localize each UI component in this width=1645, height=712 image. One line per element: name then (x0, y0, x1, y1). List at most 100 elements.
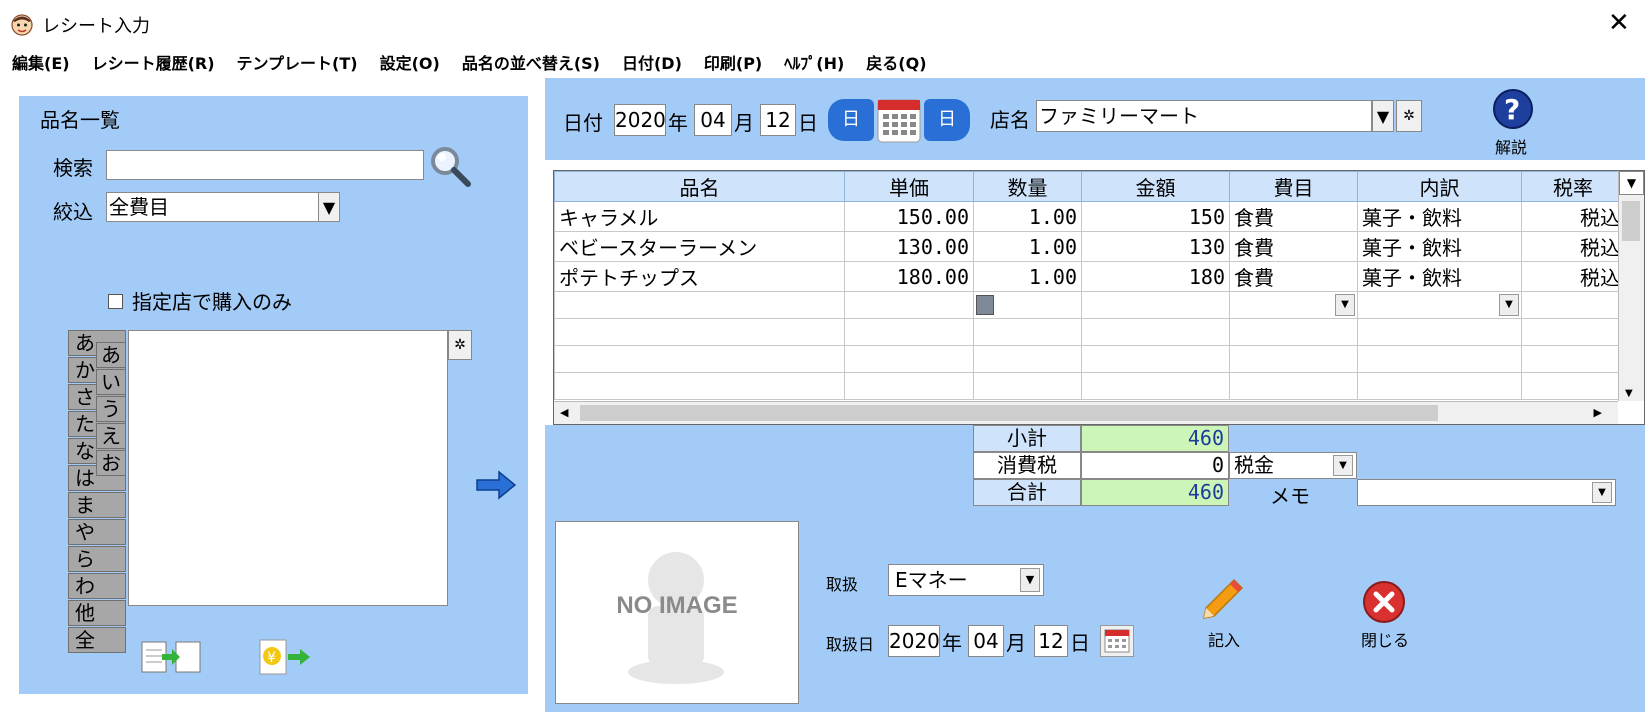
cell-unit-price[interactable]: 130.00 (844, 231, 974, 262)
cell-amount[interactable]: 130 (1081, 231, 1230, 262)
cell-unit-price[interactable]: 150.00 (844, 201, 974, 232)
day-input[interactable]: 12 (760, 104, 796, 136)
table-row[interactable]: キャラメル 150.00 1.00 150 食費 菓子・飲料 税込 (554, 201, 1625, 232)
menu-edit[interactable]: 編集(E) (12, 50, 70, 74)
handling-day-input[interactable]: 12 (1034, 625, 1068, 657)
items-grid[interactable]: 品名 単価 数量 金額 費目 内訳 税率 キャラメル 150.00 1.00 1… (553, 170, 1645, 425)
table-row-empty[interactable] (554, 372, 1625, 400)
menu-sort-items[interactable]: 品名の並べ替え(S) (462, 50, 600, 74)
handling-dropdown-arrow[interactable]: ▼ (1020, 568, 1040, 592)
column-header-item[interactable]: 品名 (554, 171, 845, 202)
cell-item[interactable]: ポテトチップス (554, 261, 845, 292)
search-input[interactable] (106, 150, 424, 180)
kana-sub-tab[interactable]: あ (96, 342, 126, 368)
table-row[interactable]: ポテトチップス 180.00 1.00 180 食費 菓子・飲料 税込 (554, 261, 1625, 292)
filter-select[interactable]: 全費目 (106, 192, 320, 222)
cell-breakdown[interactable]: 菓子・飲料 (1357, 201, 1522, 232)
table-row-empty[interactable] (554, 318, 1625, 346)
column-header-category[interactable]: 費目 (1229, 171, 1358, 202)
kana-tab[interactable]: 他 (68, 600, 126, 626)
store-settings-gear-icon[interactable]: ✲ (1396, 100, 1422, 132)
cell-quantity[interactable]: 1.00 (973, 201, 1082, 232)
cell-breakdown[interactable]: 菓子・飲料 (1357, 261, 1522, 292)
grid-vertical-scrollbar[interactable]: ▼ ▼ (1618, 171, 1644, 401)
cell-tax-rate[interactable]: 税込 (1521, 201, 1625, 232)
kana-tab[interactable]: や (68, 519, 126, 545)
next-day-button[interactable]: 日 (924, 99, 970, 141)
cell-tax-rate[interactable]: 税込 (1521, 261, 1625, 292)
table-row-new[interactable]: ▼ ▼ (554, 291, 1625, 319)
kana-sub-tab[interactable]: う (96, 396, 126, 422)
cell-amount[interactable]: 150 (1081, 201, 1230, 232)
search-icon[interactable] (428, 144, 472, 188)
hscroll-thumb[interactable] (580, 405, 1438, 421)
kana-tab[interactable]: ら (68, 546, 126, 572)
menu-template[interactable]: テンプレート(T) (237, 50, 358, 74)
close-window-button[interactable]: ✕ (1608, 8, 1630, 38)
kana-tab[interactable]: ま (68, 492, 126, 518)
table-row-empty[interactable] (554, 345, 1625, 373)
year-input[interactable]: 2020 (614, 104, 666, 136)
yen-transfer-icon[interactable]: ¥ (258, 638, 316, 678)
menu-date[interactable]: 日付(D) (622, 50, 682, 74)
cell-quantity[interactable]: 1.00 (973, 261, 1082, 292)
cell-quantity[interactable]: 1.00 (973, 231, 1082, 262)
cell-category[interactable]: 食費 (1229, 201, 1358, 232)
menu-help[interactable]: ﾍﾙﾌﾟ(H) (784, 50, 844, 74)
column-menu-arrow[interactable]: ▼ (1619, 171, 1644, 195)
grid-horizontal-scrollbar[interactable]: ◀ ▶ (554, 401, 1618, 424)
menu-settings[interactable]: 設定(O) (380, 50, 440, 74)
store-select[interactable]: ファミリーマート (1036, 100, 1372, 132)
cell-tax-rate[interactable]: 税込 (1521, 231, 1625, 262)
handling-month-input[interactable]: 04 (968, 625, 1004, 657)
receipt-image-box[interactable]: NO IMAGE (555, 521, 799, 704)
column-header-tax-rate[interactable]: 税率 (1521, 171, 1625, 202)
handling-calendar-icon[interactable] (1100, 625, 1134, 657)
memo-select[interactable] (1357, 479, 1616, 506)
column-header-breakdown[interactable]: 内訳 (1357, 171, 1522, 202)
only-store-checkbox[interactable] (108, 294, 123, 309)
kana-sub-tab[interactable]: お (96, 450, 126, 476)
breakdown-dropdown-arrow[interactable]: ▼ (1499, 294, 1519, 316)
table-row[interactable]: ベビースターラーメン 130.00 1.00 130 食費 菓子・飲料 税込 (554, 231, 1625, 262)
menu-back[interactable]: 戻る(Q) (866, 50, 926, 74)
calendar-button-icon[interactable] (877, 99, 921, 143)
kana-tab[interactable]: 全 (68, 627, 126, 653)
tax-value[interactable]: 0 (1081, 452, 1229, 479)
calculator-icon[interactable] (976, 295, 994, 315)
tax-type-dropdown-arrow[interactable]: ▼ (1333, 455, 1353, 476)
cell-breakdown[interactable]: 菓子・飲料 (1357, 231, 1522, 262)
close-button[interactable] (1362, 580, 1406, 624)
scroll-left-arrow[interactable]: ◀ (560, 406, 568, 419)
item-list-box[interactable] (128, 330, 448, 606)
vscroll-thumb[interactable] (1622, 201, 1640, 241)
kana-sub-tab[interactable]: え (96, 423, 126, 449)
cell-item[interactable]: ベビースターラーメン (554, 231, 845, 262)
memo-dropdown-arrow[interactable]: ▼ (1592, 482, 1612, 503)
cell-category[interactable]: 食費 (1229, 261, 1358, 292)
handling-year-input[interactable]: 2020 (888, 625, 940, 657)
record-button[interactable] (1196, 578, 1252, 626)
column-header-quantity[interactable]: 数量 (973, 171, 1082, 202)
store-dropdown-arrow[interactable]: ▼ (1372, 100, 1394, 132)
cell-unit-price[interactable]: 180.00 (844, 261, 974, 292)
category-dropdown-arrow[interactable]: ▼ (1335, 294, 1355, 316)
prev-day-button[interactable]: 日 (828, 99, 874, 141)
cell-category[interactable]: 食費 (1229, 231, 1358, 262)
column-header-unit-price[interactable]: 単価 (844, 171, 974, 202)
filter-dropdown-arrow[interactable]: ▼ (318, 192, 340, 222)
scroll-right-arrow[interactable]: ▶ (1594, 406, 1602, 419)
add-item-arrow-icon[interactable] (475, 470, 517, 500)
menu-print[interactable]: 印刷(P) (704, 50, 762, 74)
month-input[interactable]: 04 (694, 104, 732, 136)
list-settings-gear-icon[interactable]: ✲ (448, 330, 472, 360)
scroll-down-arrow[interactable]: ▼ (1625, 388, 1633, 399)
cell-amount[interactable]: 180 (1081, 261, 1230, 292)
column-header-amount[interactable]: 金額 (1081, 171, 1230, 202)
cell-item[interactable]: キャラメル (554, 201, 845, 232)
kana-tab[interactable]: わ (68, 573, 126, 599)
kana-sub-tab[interactable]: い (96, 369, 126, 395)
menu-receipt-history[interactable]: レシート履歴(R) (92, 50, 215, 74)
help-question-icon[interactable]: ? (1492, 88, 1534, 130)
copy-items-icon[interactable] (140, 638, 202, 678)
